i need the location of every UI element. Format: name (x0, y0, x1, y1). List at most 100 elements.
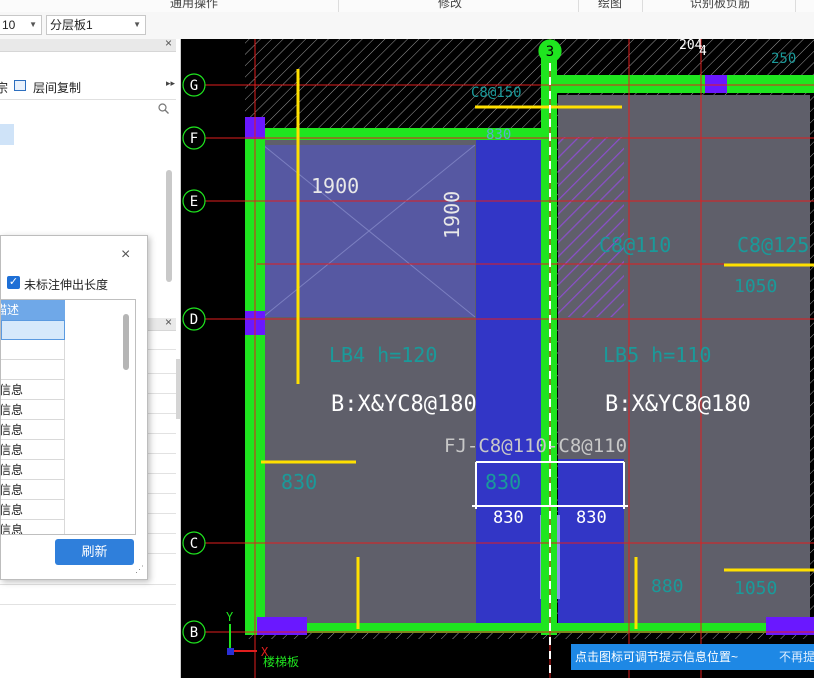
drawing: G F E D C B 3 4 C8@150 830 LB4 h=120 LB5… (181, 39, 814, 678)
panel-header: × (0, 36, 176, 52)
property-row (146, 349, 176, 350)
divider (0, 99, 176, 100)
ribbon-divider (578, 0, 579, 12)
cad-canvas[interactable]: G F E D C B 3 4 C8@150 830 LB4 h=120 LB5… (181, 39, 814, 678)
ribbon-tab-draw[interactable]: 绘图 (598, 0, 622, 11)
table-row[interactable]: 信息 (1, 460, 65, 480)
chevron-down-icon: ▼ (133, 20, 141, 29)
axis-bubble-c[interactable]: C (182, 531, 206, 555)
axis-label-b: B (190, 625, 198, 641)
table-row[interactable]: 信息 (1, 440, 65, 460)
dim-830-right: 830 (576, 508, 607, 528)
property-row (146, 433, 176, 434)
property-row (146, 373, 176, 374)
axis-label-g: G (190, 78, 198, 94)
close-icon[interactable]: × (121, 246, 130, 264)
beam-g (541, 75, 814, 93)
info-table: 描述 信息 信息 信息 信息 信息 信息 信息 信息 (1, 299, 136, 535)
floor-copy-button[interactable]: 层间复制 (33, 79, 81, 96)
axis-label-e: E (190, 194, 198, 210)
close-icon[interactable]: × (165, 36, 172, 50)
ribbon-tab-general[interactable]: 通用操作 (170, 0, 218, 11)
tip-dismiss-link[interactable]: 不再提 (779, 644, 814, 670)
table-row[interactable] (1, 360, 65, 380)
table-row[interactable]: 信息 (1, 500, 65, 520)
property-row (146, 413, 176, 414)
neg-rebar-top-label: C8@150 (471, 85, 522, 101)
axis-bubble-3[interactable]: 3 (538, 39, 562, 63)
rebar-label-left: B:X&YC8@180 (331, 392, 477, 417)
ribbon-tab-recognize[interactable]: 识别板负筋 (690, 0, 750, 11)
table-row[interactable]: 信息 (1, 420, 65, 440)
hatched-region (558, 137, 624, 317)
table-row[interactable]: 信息 (1, 480, 65, 500)
dim-label: 1050 (734, 276, 777, 297)
dim-label: 830 (486, 127, 511, 143)
axis-bubble-g[interactable]: G (182, 73, 206, 97)
panel-splitter[interactable] (176, 359, 180, 419)
property-row (146, 513, 176, 514)
axis-bubble-d[interactable]: D (182, 307, 206, 331)
property-row (0, 604, 176, 605)
ribbon-divider (642, 0, 643, 12)
tip-bar: 点击图标可调节提示信息位置~ 不再提 (571, 644, 814, 670)
neg-rebar-dialog: × ✓ 未标注伸出长度 描述 信息 信息 信息 信息 信息 信息 信息 信息 刷… (0, 235, 148, 580)
table-scrollbar[interactable] (123, 314, 129, 370)
axis-label-f: F (190, 131, 198, 147)
layer-select[interactable]: 分层板1 ▼ (46, 15, 146, 35)
rebar-c8-label: C8@110 (599, 233, 671, 257)
neg-rebar-zone (558, 459, 624, 629)
layer-select-value: 分层板1 (50, 18, 93, 32)
dim-label: 830 (485, 470, 521, 494)
chevron-down-icon: ▼ (29, 20, 37, 29)
axis-bubble-b[interactable]: B (182, 620, 206, 644)
ribbon-divider (338, 0, 339, 12)
property-row (146, 453, 176, 454)
axis-label-c: C (190, 536, 198, 552)
property-row (0, 584, 176, 585)
table-row[interactable]: 信息 (1, 520, 65, 534)
axis-bubble-f[interactable]: F (182, 126, 206, 150)
dim-label: 204 (679, 39, 703, 53)
property-row (146, 493, 176, 494)
opening-dim-horizontal: 1900 (311, 174, 359, 198)
column (705, 75, 727, 93)
dim-label: 250 (771, 51, 796, 67)
selected-tree-item[interactable] (0, 124, 14, 145)
partial-tool-label[interactable]: 宗 (0, 79, 8, 96)
property-row (146, 553, 176, 554)
ribbon-tab-modify[interactable]: 修改 (438, 0, 462, 11)
resize-grip-icon[interactable]: ⋰ (135, 564, 144, 575)
table-row-selected[interactable] (1, 320, 65, 340)
slab-label-lb5: LB5 h=110 (603, 343, 711, 367)
dim-label: 830 (281, 470, 317, 494)
search-icon[interactable] (158, 103, 169, 114)
neg-rebar-zone (476, 139, 544, 629)
dim-label: 880 (651, 576, 684, 597)
table-header: 描述 (1, 300, 65, 320)
checkbox-checked[interactable]: ✓ (7, 276, 20, 289)
axis-bubble-e[interactable]: E (182, 189, 206, 213)
slab-label-lb4: LB4 h=120 (329, 343, 437, 367)
table-row[interactable]: 信息 (1, 400, 65, 420)
table-row[interactable]: 信息 (1, 380, 65, 400)
double-chevron-right-icon[interactable]: ▸▸ (166, 78, 175, 89)
tip-message[interactable]: 点击图标可调节提示信息位置~ (575, 644, 738, 670)
neg-rebar-label: FJ-C8@110-C8@110 (444, 435, 627, 457)
floor-select-value: 10 (2, 18, 16, 32)
rebar-label-right: B:X&YC8@180 (605, 392, 751, 417)
dim-830-left: 830 (493, 508, 524, 528)
property-row (146, 393, 176, 394)
opening-dim-vertical: 1900 (440, 191, 464, 239)
property-row (146, 533, 176, 534)
unmarked-extension-label: 未标注伸出长度 (24, 278, 109, 292)
panel-scrollbar[interactable] (166, 170, 172, 282)
table-row[interactable] (1, 340, 65, 360)
axis-label-d: D (190, 312, 198, 328)
dim-label: 1050 (734, 578, 777, 599)
floor-select[interactable]: 10 ▼ (0, 15, 42, 35)
property-toolbar: 10 ▼ 分层板1 ▼ (0, 12, 814, 40)
refresh-button[interactable]: 刷新 (55, 539, 134, 565)
axis-label-3: 3 (546, 44, 554, 60)
close-icon[interactable]: × (165, 315, 172, 329)
